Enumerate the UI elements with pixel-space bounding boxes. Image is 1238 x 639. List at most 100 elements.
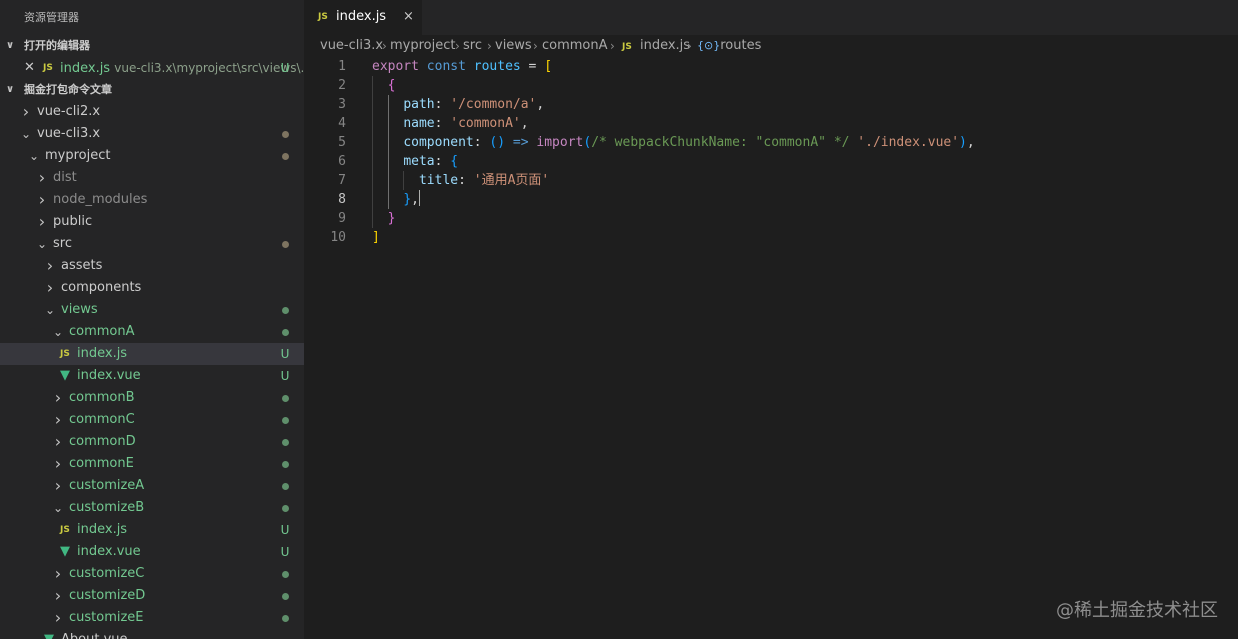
open-editors-title: 打开的编辑器 — [24, 39, 90, 52]
tab-index-js[interactable]: JS index.js × — [304, 0, 423, 35]
tree-folder[interactable]: › assets — [0, 255, 304, 277]
git-status-dot — [278, 123, 292, 145]
status-dot-icon — [281, 131, 289, 138]
tree-folder[interactable]: › vue-cli2.x — [0, 101, 304, 123]
code-line: name: 'commonA', — [372, 114, 528, 133]
code-token: } — [387, 211, 396, 226]
git-status-dot — [278, 607, 292, 629]
tree-folder[interactable]: › customizeE — [0, 607, 304, 629]
git-status-dot — [278, 145, 292, 167]
tree-folder[interactable]: › commonB — [0, 387, 304, 409]
open-editor-item[interactable]: ✕ JS index.js vue-cli3.x\myproject\src\v… — [0, 57, 304, 79]
chevron-right-icon: › — [54, 476, 62, 495]
git-status-badge: U — [280, 61, 290, 75]
tree-file[interactable]: ▼ index.vue U — [0, 365, 304, 387]
chevron-right-icon: › — [46, 278, 54, 297]
status-dot-icon — [281, 307, 289, 314]
tree-folder[interactable]: ⌄ src — [0, 233, 304, 255]
tree-folder[interactable]: › customizeA — [0, 475, 304, 497]
tree-folder[interactable]: › commonC — [0, 409, 304, 431]
code-token: const — [426, 59, 466, 74]
breadcrumb-item[interactable]: views — [495, 35, 532, 57]
chevron-down-icon: ∨ — [6, 84, 15, 95]
tree-item-label: customizeC — [69, 566, 145, 581]
js-file-icon: JS — [318, 12, 328, 22]
git-status-badge: U — [280, 523, 290, 537]
code-token: = — [520, 59, 545, 74]
js-file-icon: JS — [60, 525, 70, 535]
tree-folder[interactable]: ⌄ myproject — [0, 145, 304, 167]
breadcrumb: vue-cli3.x › myproject › src › views › c… — [304, 35, 1238, 57]
code-token: import — [536, 135, 584, 150]
tree-item-label: customizeA — [69, 478, 145, 493]
tree-folder[interactable]: › node_modules — [0, 189, 304, 211]
tree-folder[interactable]: › customizeC — [0, 563, 304, 585]
tree-folder[interactable]: › commonE — [0, 453, 304, 475]
workspace-header[interactable]: ∨ 掘金打包命令文章 — [0, 79, 304, 101]
chevron-down-icon: ⌄ — [20, 127, 32, 141]
git-status-badge: U — [280, 545, 290, 559]
tree-folder[interactable]: › commonD — [0, 431, 304, 453]
git-status-badge: U — [280, 347, 290, 361]
breadcrumb-file-label: index.js — [639, 38, 691, 53]
breadcrumb-file[interactable]: JS index.js — [622, 35, 690, 58]
code-line: title: '通用A页面' — [372, 171, 549, 190]
code-line: export const routes = [ — [372, 57, 552, 76]
chevron-down-icon: ⌄ — [52, 501, 64, 515]
line-number: 8 — [338, 192, 346, 207]
chevron-right-icon: › — [382, 39, 387, 53]
tree-folder[interactable]: › dist — [0, 167, 304, 189]
breadcrumb-item[interactable]: myproject — [390, 35, 455, 57]
tree-file[interactable]: ▼ index.vue U — [0, 541, 304, 563]
code-token: export — [372, 59, 419, 74]
code-token: , — [411, 192, 419, 207]
tree-item-label: commonA — [69, 324, 135, 339]
close-icon[interactable]: × — [403, 9, 414, 24]
chevron-right-icon: › — [54, 410, 62, 429]
chevron-right-icon: › — [38, 190, 46, 209]
status-dot-icon — [281, 571, 289, 578]
tree-item-label: commonE — [69, 456, 134, 471]
tree-item-label: index.js — [77, 346, 128, 361]
tree-folder[interactable]: › components — [0, 277, 304, 299]
tree-item-label: myproject — [45, 148, 111, 163]
code-token: { — [450, 154, 459, 169]
open-editors-header[interactable]: ∨ 打开的编辑器 — [0, 35, 304, 57]
open-editor-name: index.js — [60, 61, 111, 76]
line-number: 10 — [330, 230, 346, 245]
breadcrumb-item[interactable]: vue-cli3.x — [320, 35, 383, 57]
tree-file[interactable]: JS index.js U — [0, 343, 304, 365]
code-token: : — [434, 154, 451, 169]
status-dot-icon — [281, 505, 289, 512]
breadcrumb-item[interactable]: commonA — [542, 35, 608, 57]
tree-folder[interactable]: ⌄ vue-cli3.x — [0, 123, 304, 145]
line-number: 3 — [338, 97, 346, 112]
vue-file-icon: ▼ — [44, 629, 60, 639]
tree-folder[interactable]: › customizeD — [0, 585, 304, 607]
tree-file[interactable]: JS index.js U — [0, 519, 304, 541]
breadcrumb-item[interactable]: src — [463, 35, 482, 57]
tree-folder[interactable]: ⌄ customizeB — [0, 497, 304, 519]
tree-file[interactable]: ▼About.vue — [0, 629, 304, 639]
tree-folder[interactable]: ⌄ commonA — [0, 321, 304, 343]
tree-item-label: components — [61, 280, 142, 295]
close-icon[interactable]: ✕ — [24, 57, 35, 79]
js-file-icon: JS — [622, 42, 632, 52]
chevron-right-icon: › — [54, 454, 62, 473]
editor-tab-bar: JS index.js × — [304, 0, 1238, 35]
breadcrumb-symbol[interactable]: {⊙}routes — [697, 35, 761, 57]
git-status-badge: U — [280, 369, 290, 383]
explorer-title: 资源管理器 — [24, 11, 79, 24]
chevron-right-icon: › — [533, 39, 538, 53]
chevron-right-icon: › — [22, 102, 30, 121]
tree-folder[interactable]: ⌄ views — [0, 299, 304, 321]
line-number: 7 — [338, 173, 346, 188]
tree-folder[interactable]: › public — [0, 211, 304, 233]
